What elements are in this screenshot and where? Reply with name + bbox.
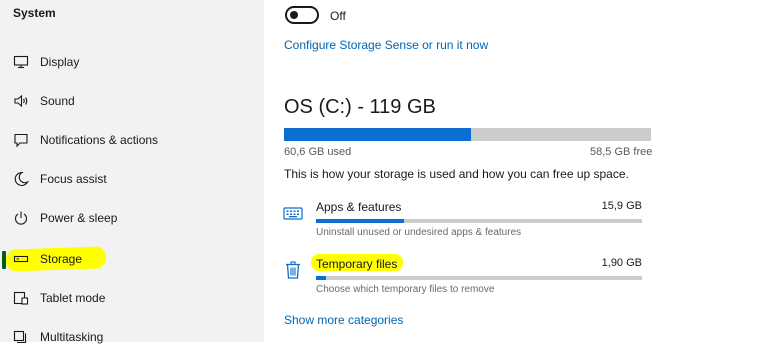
settings-sidebar: System Display Sound Notifications & act… — [0, 0, 264, 344]
category-usage-bar — [316, 276, 642, 280]
storage-icon — [13, 251, 29, 267]
drive-free-label: 58,5 GB free — [590, 146, 653, 158]
sidebar-item-sound[interactable]: Sound — [0, 85, 264, 117]
sidebar-item-label: Notifications & actions — [40, 133, 159, 147]
tablet-icon — [13, 290, 29, 306]
sidebar-item-notifications[interactable]: Notifications & actions — [0, 124, 264, 156]
sidebar-item-label: Power & sleep — [40, 211, 118, 225]
notification-icon — [13, 132, 29, 148]
sidebar-item-focus-assist[interactable]: Focus assist — [0, 163, 264, 195]
drive-usage-fill — [284, 128, 471, 141]
keyboard-icon — [283, 203, 303, 223]
sidebar-item-label: Sound — [40, 94, 75, 108]
sidebar-item-label: Storage — [40, 252, 83, 266]
trash-icon — [283, 260, 303, 280]
storage-sense-toggle[interactable] — [285, 6, 319, 24]
category-usage-bar — [316, 219, 642, 223]
storage-description: This is how your storage is used and how… — [284, 167, 629, 181]
category-size: 15,9 GB — [601, 200, 642, 212]
drive-title: OS (C:) - 119 GB — [284, 96, 436, 118]
sidebar-item-storage[interactable]: Storage — [0, 243, 264, 275]
sidebar-item-multitasking[interactable]: Multitasking — [0, 321, 264, 353]
sidebar-title: System — [13, 6, 56, 20]
power-icon — [13, 210, 29, 226]
toggle-state-label: Off — [330, 9, 346, 23]
toggle-knob — [290, 11, 298, 19]
sidebar-item-label: Display — [40, 55, 80, 69]
category-size: 1,90 GB — [601, 257, 642, 269]
sidebar-item-power-sleep[interactable]: Power & sleep — [0, 202, 264, 234]
drive-usage-bar — [284, 128, 651, 141]
moon-icon — [13, 171, 29, 187]
sidebar-item-tablet-mode[interactable]: Tablet mode — [0, 282, 264, 314]
category-name: Apps & features — [316, 200, 402, 214]
sidebar-item-label: Tablet mode — [40, 291, 106, 305]
configure-storage-sense-link[interactable]: Configure Storage Sense or run it now — [284, 38, 488, 52]
selected-indicator — [2, 251, 6, 269]
category-usage-fill — [316, 276, 326, 280]
multitasking-icon — [13, 329, 29, 345]
speaker-icon — [13, 93, 29, 109]
drive-used-label: 60,6 GB used — [284, 146, 352, 158]
sidebar-item-display[interactable]: Display — [0, 46, 264, 78]
category-name: Temporary files — [316, 257, 398, 271]
monitor-icon — [13, 54, 29, 70]
category-description: Uninstall unused or undesired apps & fea… — [316, 227, 522, 238]
show-more-categories-link[interactable]: Show more categories — [284, 313, 403, 327]
category-description: Choose which temporary files to remove — [316, 284, 495, 295]
sidebar-item-label: Focus assist — [40, 172, 107, 186]
category-usage-fill — [316, 219, 405, 223]
